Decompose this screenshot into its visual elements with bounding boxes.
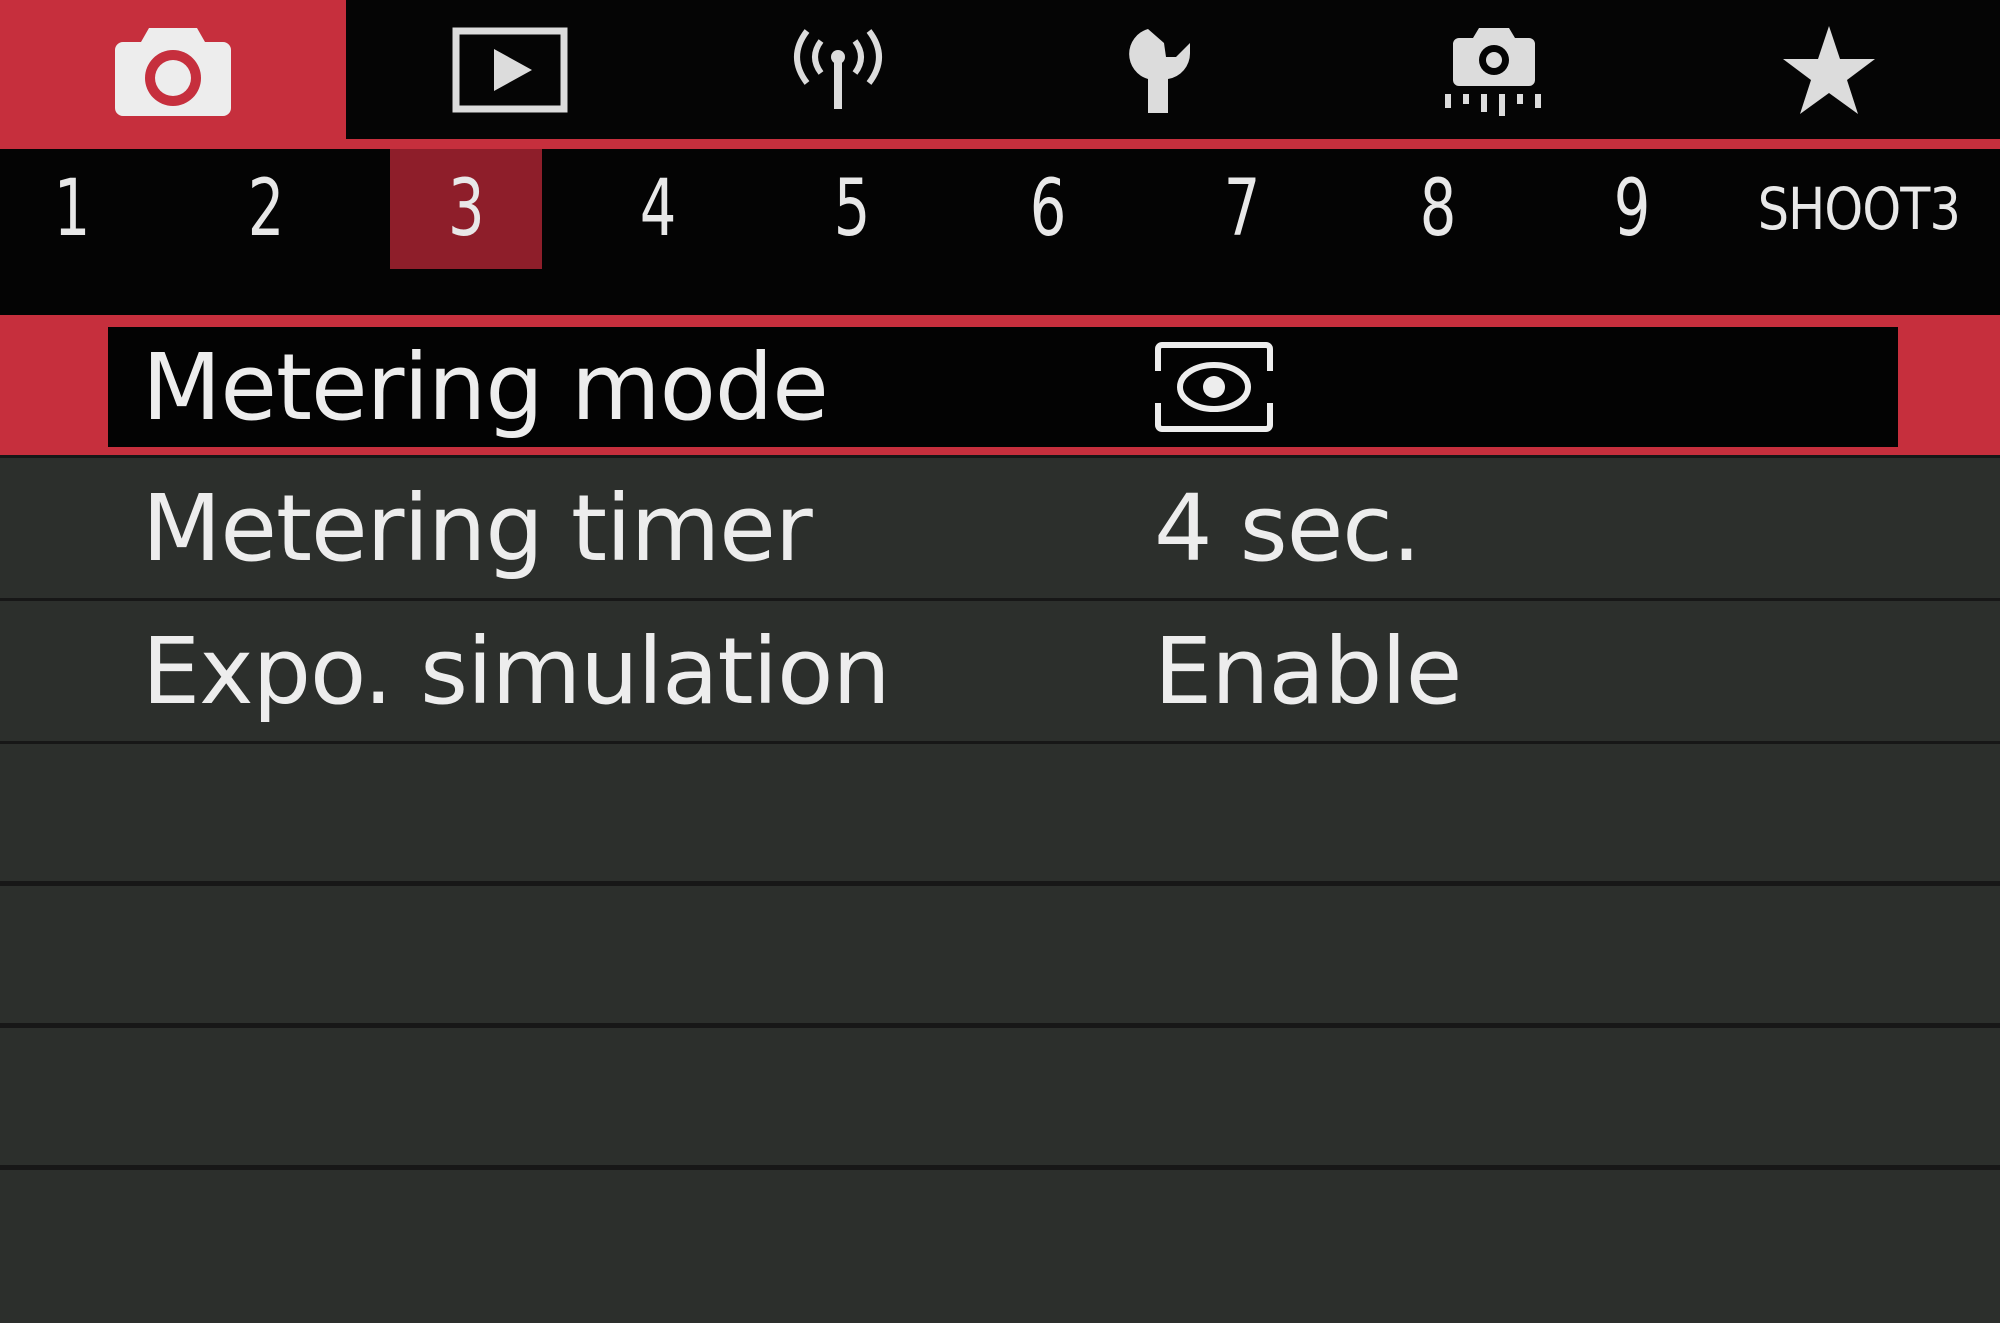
page-tab-3-label: 3 [447,164,485,254]
tab-my-menu[interactable] [1658,0,2000,140]
menu-item-value [1154,327,1274,447]
page-tab-bar: 1 2 3 4 5 6 7 8 9 SHOOT3 [0,149,2000,315]
page-tab-7[interactable]: 7 [1201,149,1283,269]
star-icon [1783,26,1875,114]
menu-item-label: Metering mode [142,333,829,441]
wireless-icon [794,29,882,109]
custom-functions-icon [1445,28,1541,116]
row-content: Expo. simulation Enable [0,601,2000,741]
page-tab-8[interactable]: 8 [1397,149,1479,269]
menu-item-expo-simulation[interactable]: Expo. simulation Enable [0,601,2000,741]
row-content: Metering timer 4 sec. [0,458,2000,598]
page-tab-5[interactable]: 5 [811,149,893,269]
empty-row [0,1170,2000,1323]
empty-row [0,744,2000,881]
page-tab-1[interactable]: 1 [31,149,113,269]
selection-box: Metering mode [108,327,1898,447]
menu-item-value: Enable [1154,617,1462,725]
menu-list: Metering mode Metering timer 4 sec. Expo… [0,315,2000,1323]
page-tab-3[interactable]: 3 [390,149,542,269]
evaluative-metering-icon [1154,342,1274,432]
empty-row [0,1028,2000,1165]
tab-playback[interactable] [346,0,674,140]
page-label: SHOOT3 [1757,175,1961,243]
page-tab-2[interactable]: 2 [225,149,307,269]
tab-custom-functions[interactable] [1330,0,1658,140]
camera-icon [115,28,231,116]
empty-row [0,886,2000,1023]
category-underline [0,139,2000,149]
page-tab-9[interactable]: 9 [1591,149,1673,269]
menu-item-label: Metering timer [142,474,813,582]
page-tab-4[interactable]: 4 [617,149,699,269]
menu-item-metering-timer[interactable]: Metering timer 4 sec. [0,458,2000,598]
tab-wireless[interactable] [674,0,1002,140]
wrench-icon [1129,29,1191,113]
menu-item-value: 4 sec. [1154,474,1421,582]
tab-shooting[interactable] [0,0,346,140]
playback-icon [452,27,568,113]
category-tab-bar [0,0,2000,140]
menu-item-metering-mode[interactable]: Metering mode [0,315,2000,455]
page-tab-6[interactable]: 6 [1007,149,1089,269]
tab-setup[interactable] [1002,0,1330,140]
menu-item-label: Expo. simulation [142,617,891,725]
